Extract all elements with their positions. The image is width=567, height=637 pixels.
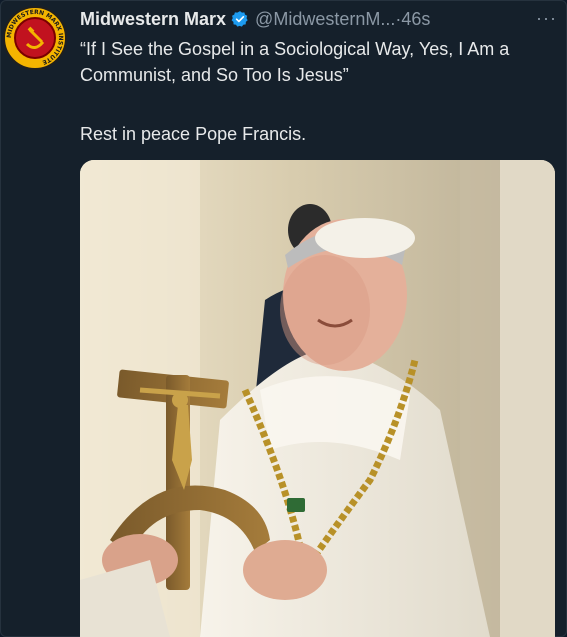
tweet-card: MIDWESTERN MARX INSTITUTE Midwestern Mar…	[0, 0, 567, 637]
tweet-quote-text: “If I See the Gospel in a Sociological W…	[80, 39, 510, 85]
verified-badge-icon	[231, 11, 248, 27]
photo-illustration	[80, 160, 555, 637]
timestamp[interactable]: 46s	[401, 9, 430, 30]
author-name[interactable]: Midwestern Marx	[80, 9, 226, 30]
tweet-caption-text: Rest in peace Pope Francis.	[80, 124, 307, 144]
avatar[interactable]: MIDWESTERN MARX INSTITUTE	[3, 6, 67, 70]
author-handle[interactable]: @MidwesternM...	[255, 9, 395, 30]
more-options-icon[interactable]: ···	[536, 8, 557, 29]
tweet-header: Midwestern Marx @MidwesternM... · 46s ··…	[80, 8, 557, 30]
avatar-logo-icon: MIDWESTERN MARX INSTITUTE	[6, 9, 64, 67]
tweet-media-photo[interactable]	[80, 160, 555, 637]
